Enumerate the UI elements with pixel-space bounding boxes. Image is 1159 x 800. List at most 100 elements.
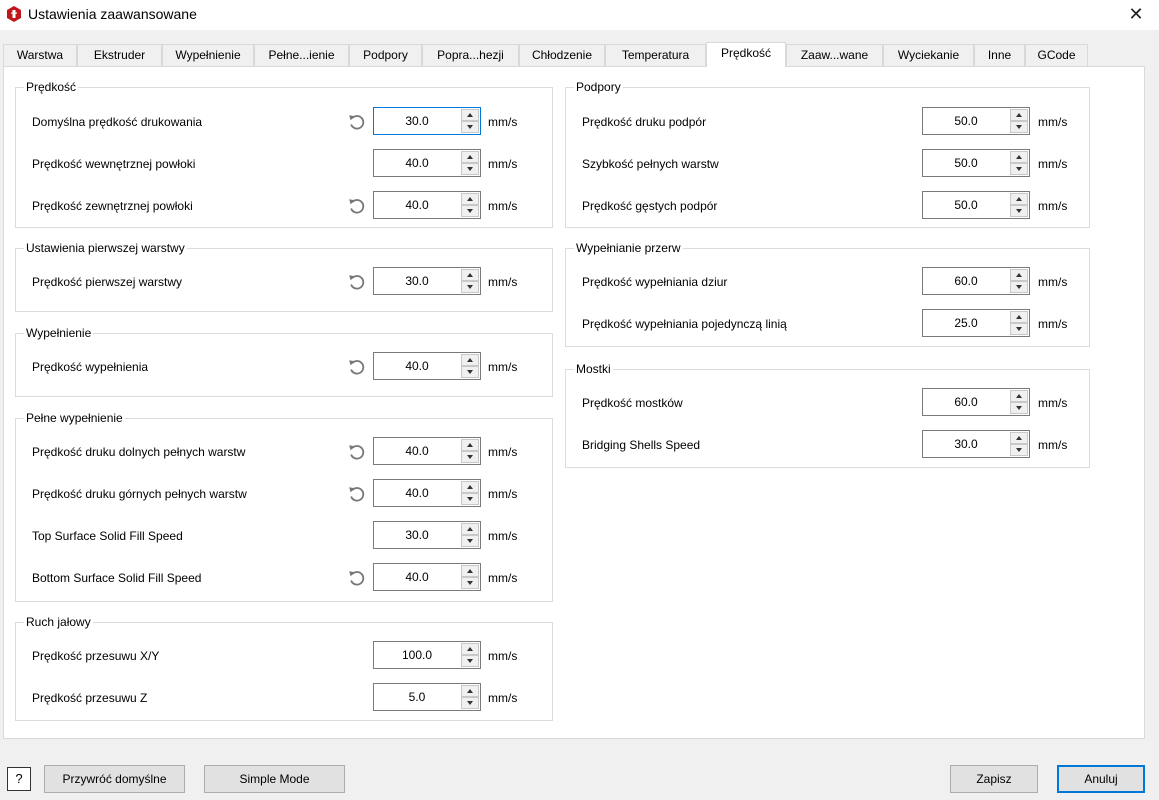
spinbox-value[interactable]: 30.0	[374, 268, 460, 294]
spinbox-value[interactable]: 40.0	[374, 564, 460, 590]
tab-gcode[interactable]: GCode	[1025, 44, 1088, 67]
save-button[interactable]: Zapisz	[950, 765, 1038, 793]
spinbox-value[interactable]: 30.0	[374, 108, 460, 134]
speed-spinbox[interactable]: 25.0	[922, 309, 1030, 337]
spinbox-value[interactable]: 25.0	[923, 310, 1009, 336]
tab-pelne-wypelnienie[interactable]: Pełne...ienie	[254, 44, 349, 67]
spinbox-value[interactable]: 30.0	[923, 431, 1009, 457]
speed-spinbox[interactable]: 30.0	[922, 430, 1030, 458]
reset-arrow-icon[interactable]	[347, 272, 367, 292]
speed-spinbox[interactable]: 100.0	[373, 641, 481, 669]
tab-podpory[interactable]: Podpory	[349, 44, 422, 67]
spinbox-value[interactable]: 60.0	[923, 389, 1009, 415]
speed-spinbox[interactable]: 50.0	[922, 149, 1030, 177]
spin-up-button[interactable]	[461, 523, 479, 535]
speed-spinbox[interactable]: 60.0	[922, 388, 1030, 416]
spin-down-button[interactable]	[461, 535, 479, 547]
tab-ekstruder[interactable]: Ekstruder	[77, 44, 162, 67]
tab-inne[interactable]: Inne	[974, 44, 1025, 67]
spin-down-button[interactable]	[461, 205, 479, 217]
cancel-button[interactable]: Anuluj	[1057, 765, 1145, 793]
spinbox-value[interactable]: 30.0	[374, 522, 460, 548]
spin-up-button[interactable]	[1010, 151, 1028, 163]
speed-spinbox[interactable]: 40.0	[373, 149, 481, 177]
spin-up-button[interactable]	[1010, 269, 1028, 281]
speed-spinbox[interactable]: 60.0	[922, 267, 1030, 295]
spin-up-button[interactable]	[461, 151, 479, 163]
speed-spinbox[interactable]: 5.0	[373, 683, 481, 711]
speed-spinbox[interactable]: 50.0	[922, 107, 1030, 135]
reset-arrow-icon[interactable]	[347, 442, 367, 462]
tab-poprawa-adhezji[interactable]: Popra...hezji	[422, 44, 519, 67]
tab-wyciekanie[interactable]: Wyciekanie	[883, 44, 974, 67]
tab-wypelnienie[interactable]: Wypełnienie	[162, 44, 254, 67]
spinbox-value[interactable]: 40.0	[374, 480, 460, 506]
spin-up-button[interactable]	[461, 354, 479, 366]
reset-arrow-icon[interactable]	[347, 357, 367, 377]
simple-mode-button[interactable]: Simple Mode	[204, 765, 345, 793]
speed-spinbox[interactable]: 40.0	[373, 563, 481, 591]
tab-chlodzenie[interactable]: Chłodzenie	[519, 44, 605, 67]
spinbox-value[interactable]: 50.0	[923, 150, 1009, 176]
spinbox-value[interactable]: 50.0	[923, 192, 1009, 218]
speed-spinbox[interactable]: 40.0	[373, 191, 481, 219]
tab-warstwa[interactable]: Warstwa	[3, 44, 77, 67]
spin-down-button[interactable]	[1010, 281, 1028, 293]
spin-down-button[interactable]	[1010, 323, 1028, 335]
spin-down-button[interactable]	[461, 655, 479, 667]
speed-spinbox[interactable]: 30.0	[373, 107, 481, 135]
spin-down-button[interactable]	[461, 163, 479, 175]
spin-up-button[interactable]	[461, 109, 479, 121]
spin-down-button[interactable]	[1010, 205, 1028, 217]
spin-up-button[interactable]	[1010, 311, 1028, 323]
spin-down-button[interactable]	[461, 281, 479, 293]
unit-label: mm/s	[1038, 275, 1068, 289]
spin-up-button[interactable]	[461, 565, 479, 577]
spinbox-value[interactable]: 40.0	[374, 438, 460, 464]
spin-down-button[interactable]	[461, 366, 479, 378]
spin-down-button[interactable]	[1010, 402, 1028, 414]
reset-arrow-icon[interactable]	[347, 196, 367, 216]
spin-down-button[interactable]	[1010, 163, 1028, 175]
speed-spinbox[interactable]: 40.0	[373, 352, 481, 380]
speed-spinbox[interactable]: 40.0	[373, 479, 481, 507]
speed-spinbox[interactable]: 30.0	[373, 521, 481, 549]
reset-arrow-icon[interactable]	[347, 112, 367, 132]
spinbox-value[interactable]: 40.0	[374, 353, 460, 379]
spin-down-button[interactable]	[461, 697, 479, 709]
spinbox-value[interactable]: 5.0	[374, 684, 460, 710]
spin-up-button[interactable]	[461, 439, 479, 451]
spin-up-button[interactable]	[461, 685, 479, 697]
spinbox-value[interactable]: 100.0	[374, 642, 460, 668]
spin-down-button[interactable]	[461, 493, 479, 505]
spinbox-value[interactable]: 50.0	[923, 108, 1009, 134]
speed-spinbox[interactable]: 30.0	[373, 267, 481, 295]
tab-temperatura[interactable]: Temperatura	[605, 44, 706, 67]
reset-arrow-icon[interactable]	[347, 484, 367, 504]
speed-spinbox[interactable]: 50.0	[922, 191, 1030, 219]
spin-up-button[interactable]	[461, 481, 479, 493]
spinbox-value[interactable]: 40.0	[374, 150, 460, 176]
close-button[interactable]: ✕	[1113, 0, 1159, 30]
speed-spinbox[interactable]: 40.0	[373, 437, 481, 465]
spin-up-button[interactable]	[461, 269, 479, 281]
spin-down-button[interactable]	[1010, 121, 1028, 133]
tab-predkosc[interactable]: Prędkość	[706, 42, 786, 67]
spin-up-button[interactable]	[1010, 432, 1028, 444]
spin-up-button[interactable]	[461, 193, 479, 205]
help-button[interactable]: ?	[7, 767, 31, 791]
restore-defaults-button[interactable]: Przywróć domyślne	[44, 765, 185, 793]
tab-zaawansowane[interactable]: Zaaw...wane	[786, 44, 883, 67]
spin-up-button[interactable]	[1010, 193, 1028, 205]
spin-down-button[interactable]	[461, 577, 479, 589]
spin-down-button[interactable]	[461, 451, 479, 463]
reset-arrow-icon[interactable]	[347, 568, 367, 588]
group-title: Wypełnianie przerw	[574, 241, 683, 255]
spinbox-value[interactable]: 40.0	[374, 192, 460, 218]
spinbox-value[interactable]: 60.0	[923, 268, 1009, 294]
spin-down-button[interactable]	[461, 121, 479, 133]
spin-up-button[interactable]	[1010, 390, 1028, 402]
spin-up-button[interactable]	[1010, 109, 1028, 121]
spin-down-button[interactable]	[1010, 444, 1028, 456]
spin-up-button[interactable]	[461, 643, 479, 655]
